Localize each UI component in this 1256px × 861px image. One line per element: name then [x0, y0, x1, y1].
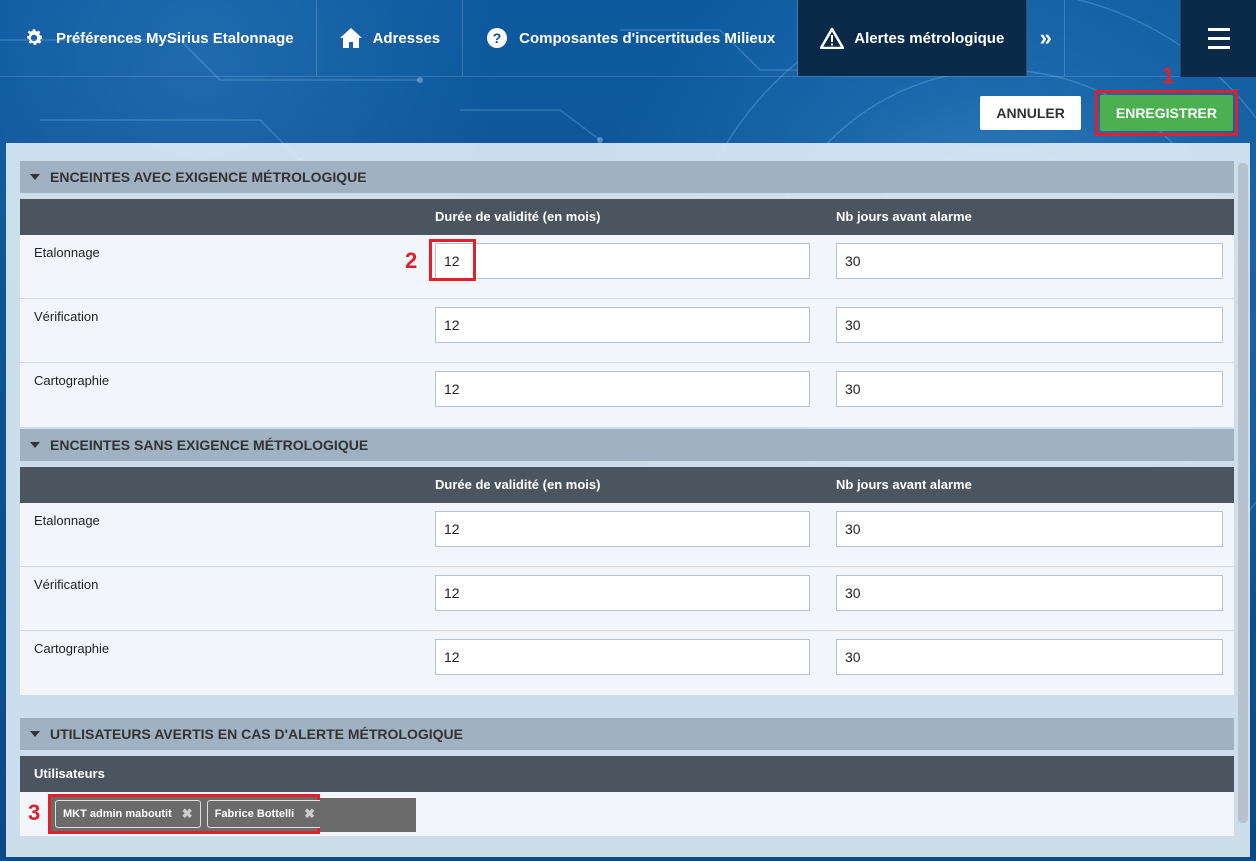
validity-highlight — [429, 239, 476, 281]
annotation-marker-1: 1 — [1162, 63, 1175, 88]
save-highlight: ENREGISTRER — [1094, 90, 1238, 136]
action-bar: ANNULER ENREGISTRER — [980, 90, 1238, 136]
section-without-requirement-header[interactable]: ENCEINTES SANS EXIGENCE MÉTROLOGIQUE — [20, 429, 1234, 461]
table-row: Vérification — [20, 299, 1234, 363]
alarm-input[interactable] — [836, 307, 1223, 343]
remove-tag-icon[interactable]: ✖ — [182, 806, 193, 822]
alarm-input[interactable] — [836, 243, 1223, 279]
section-title: UTILISATEURS AVERTIS EN CAS D'ALERTE MÉT… — [50, 726, 463, 742]
annotation-marker-2: 2 — [405, 248, 418, 273]
validity-input[interactable] — [435, 575, 810, 611]
svg-text:?: ? — [493, 30, 502, 46]
question-circle-icon: ? — [485, 26, 509, 50]
warning-icon — [820, 26, 845, 50]
annotation-marker-3: 3 — [28, 800, 41, 825]
vertical-scrollbar[interactable] — [1238, 163, 1248, 823]
table-row: Etalonnage 2 — [20, 235, 1234, 299]
caret-down-icon — [30, 174, 40, 180]
tab-label: Préférences MySirius Etalonnage — [56, 29, 294, 47]
row-label: Cartographie — [34, 641, 110, 656]
alarm-input[interactable] — [836, 639, 1223, 675]
section-with-requirement-header[interactable]: ENCEINTES AVEC EXIGENCE MÉTROLOGIQUE — [20, 161, 1234, 193]
table-row: Vérification — [20, 567, 1234, 631]
caret-down-icon — [30, 731, 40, 737]
tab-preferences[interactable]: Préférences MySirius Etalonnage — [0, 0, 317, 76]
column-alarm: Nb jours avant alarme — [836, 209, 972, 224]
column-alarm: Nb jours avant alarme — [836, 477, 972, 492]
alarm-input[interactable] — [836, 511, 1223, 547]
alarm-input[interactable] — [836, 575, 1223, 611]
remove-tag-icon[interactable]: ✖ — [304, 806, 315, 822]
row-label: Cartographie — [34, 373, 110, 388]
tab-composantes[interactable]: ? Composantes d'incertitudes Milieux — [463, 0, 799, 76]
tab-alertes[interactable]: Alertes métrologique — [798, 0, 1028, 76]
user-tag[interactable]: MKT admin maboutit ✖ — [55, 800, 201, 828]
main-panel: ENCEINTES AVEC EXIGENCE MÉTROLOGIQUE Dur… — [6, 143, 1250, 857]
home-icon — [339, 26, 363, 50]
table-row: Etalonnage — [20, 503, 1234, 567]
top-nav: Préférences MySirius Etalonnage Adresses… — [0, 0, 1256, 77]
gear-icon — [22, 26, 46, 50]
column-validity: Durée de validité (en mois) — [435, 477, 601, 492]
validity-input[interactable] — [435, 639, 810, 675]
row-label: Vérification — [34, 309, 99, 324]
users-field: 3 MKT admin maboutit ✖ Fabrice Bottelli … — [20, 792, 1234, 836]
tab-label: Alertes métrologique — [854, 29, 1005, 47]
hamburger-menu-icon[interactable] — [1180, 0, 1256, 77]
grid-without-requirement: Durée de validité (en mois) Nb jours ava… — [20, 467, 1234, 695]
cancel-button[interactable]: ANNULER — [980, 96, 1081, 130]
validity-input[interactable] — [435, 243, 810, 279]
more-tabs-icon[interactable]: » — [1027, 0, 1066, 76]
column-validity: Durée de validité (en mois) — [435, 209, 601, 224]
table-row: Cartographie — [20, 363, 1234, 427]
grid-header: Durée de validité (en mois) Nb jours ava… — [20, 467, 1234, 503]
user-tag[interactable]: Fabrice Bottelli ✖ — [206, 800, 324, 828]
caret-down-icon — [30, 442, 40, 448]
users-column-header: Utilisateurs — [20, 756, 1234, 792]
grid-with-requirement: Durée de validité (en mois) Nb jours ava… — [20, 199, 1234, 427]
table-row: Cartographie — [20, 631, 1234, 695]
validity-input[interactable] — [435, 307, 810, 343]
grid-header: Durée de validité (en mois) Nb jours ava… — [20, 199, 1234, 235]
tab-adresses[interactable]: Adresses — [317, 0, 464, 76]
validity-input[interactable] — [435, 371, 810, 407]
users-input[interactable] — [320, 798, 416, 832]
row-label: Vérification — [34, 577, 99, 592]
row-label: Etalonnage — [34, 245, 100, 260]
user-tag-label: Fabrice Bottelli — [214, 808, 295, 820]
section-title: ENCEINTES AVEC EXIGENCE MÉTROLOGIQUE — [50, 169, 367, 185]
section-title: ENCEINTES SANS EXIGENCE MÉTROLOGIQUE — [50, 437, 369, 453]
tab-label: Composantes d'incertitudes Milieux — [519, 29, 776, 47]
user-tag-label: MKT admin maboutit — [63, 808, 172, 820]
users-tags-highlight: MKT admin maboutit ✖ Fabrice Bottelli ✖ — [48, 794, 324, 834]
save-button[interactable]: ENREGISTRER — [1099, 95, 1233, 131]
validity-input[interactable] — [435, 511, 810, 547]
section-users-header[interactable]: UTILISATEURS AVERTIS EN CAS D'ALERTE MÉT… — [20, 718, 1234, 750]
alarm-input[interactable] — [836, 371, 1223, 407]
tab-label: Adresses — [372, 29, 441, 47]
row-label: Etalonnage — [34, 513, 100, 528]
